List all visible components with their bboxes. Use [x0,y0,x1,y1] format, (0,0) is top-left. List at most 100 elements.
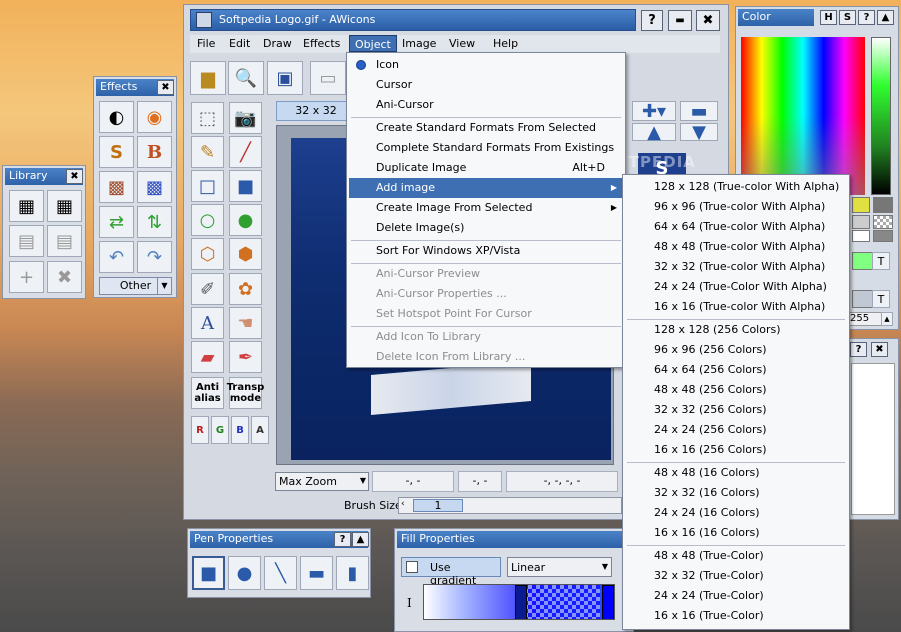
close-button[interactable]: ✖ [696,10,720,31]
color-replace-icon[interactable]: ✿ [229,273,262,305]
gradient-stop-end[interactable] [602,585,614,619]
transparent-mode-toggle[interactable]: Transp mode [227,377,264,409]
menu-image[interactable]: Image [402,35,436,52]
channel-g-toggle[interactable]: G [211,416,229,444]
zoom-icon[interactable]: 🔍 [228,61,264,95]
color-swatch-silver[interactable] [852,215,870,229]
menu-item-ani-cursor[interactable]: Ani-Cursor [349,95,623,115]
use-gradient-toggle[interactable]: Use gradient [401,557,501,587]
gradient-preview[interactable] [423,584,615,620]
color-mode-h-icon[interactable]: H [820,10,837,25]
menu-item-delete-icon-from-library[interactable]: Delete Icon From Library ... [349,347,623,367]
pen-pin-icon[interactable]: ▲ [352,532,369,547]
menu-item-create-standard-formats[interactable]: Create Standard Formats From Selected [349,118,623,138]
library-delete-icon[interactable]: ✖ [47,261,82,293]
pen-square-icon[interactable]: ■ [192,556,225,590]
submenu-item[interactable]: 16 x 16 (True-color With Alpha) [625,297,847,317]
submenu-item[interactable]: 24 x 24 (16 Colors) [625,503,847,523]
gradient-stop-mid[interactable] [515,585,527,619]
docked-close-icon[interactable]: ✖ [871,342,888,357]
current-color-swatch[interactable] [852,252,874,270]
menu-item-complete-standard-formats[interactable]: Complete Standard Formats From Existings [349,138,623,158]
remove-layer-icon[interactable]: ▬ [680,101,718,122]
secondary-color-swatch[interactable] [852,290,874,308]
color-swatch-white[interactable] [852,230,870,242]
menu-item-cursor[interactable]: Cursor [349,75,623,95]
use-gradient-checkbox[interactable] [406,561,418,573]
move-down-icon[interactable]: ▼ [680,122,718,143]
help-button[interactable]: ? [641,10,663,31]
antialias-toggle[interactable]: Anti alias [191,377,224,409]
menu-item-create-image-from-selected[interactable]: Create Image From Selected ▶ [349,198,623,218]
pen-vertical-icon[interactable]: ▮ [336,556,369,590]
color-swatch-checker[interactable] [873,215,893,229]
polygon-icon[interactable]: ⬡ [191,238,224,270]
transparent-t-button-1[interactable]: T [872,252,890,270]
library-item-1[interactable]: ▦ [9,190,44,222]
menu-item-add-icon-to-library[interactable]: Add Icon To Library [349,327,623,347]
pencil-icon[interactable]: ✎ [191,136,224,168]
menu-item-icon[interactable]: Icon [349,55,623,75]
submenu-item[interactable]: 32 x 32 (16 Colors) [625,483,847,503]
hand-icon[interactable]: ☚ [229,307,262,339]
submenu-item[interactable]: 16 x 16 (True-Color) [625,606,847,626]
alpha-spin-icon[interactable]: ▲ [881,312,893,326]
filled-ellipse-icon[interactable]: ● [229,204,262,236]
menu-effects[interactable]: Effects [303,35,340,52]
effect-texture-icon[interactable]: ▩ [99,171,134,203]
submenu-item[interactable]: 48 x 48 (16 Colors) [625,463,847,483]
pen-help-icon[interactable]: ? [334,532,351,547]
library-add-icon[interactable]: + [9,261,44,293]
menu-file[interactable]: File [197,35,215,52]
move-up-icon[interactable]: ▲ [632,122,676,143]
brush-icon[interactable]: ✐ [191,273,224,305]
color-swatch-yellow[interactable] [852,197,870,213]
menu-view[interactable]: View [449,35,475,52]
submenu-item[interactable]: 48 x 48 (256 Colors) [625,380,847,400]
menu-object[interactable]: Object [349,35,397,52]
menu-help[interactable]: Help [493,35,518,52]
library-item-2[interactable]: ▦ [47,190,82,222]
color-help-icon[interactable]: ? [858,10,875,25]
chevron-left-icon[interactable]: ‹ [401,499,405,509]
menu-item-ani-cursor-properties[interactable]: Ani-Cursor Properties ... [349,284,623,304]
effect-flip-horizontal-icon[interactable]: ⇄ [99,206,134,238]
pen-diagonal-icon[interactable]: ╲ [264,556,297,590]
pen-circle-icon[interactable]: ● [228,556,261,590]
menu-item-sort-for-windows[interactable]: Sort For Windows XP/Vista [349,241,623,261]
library-close-icon[interactable]: ✖ [66,169,83,184]
effects-close-icon[interactable]: ✖ [157,80,174,95]
text-icon[interactable]: A [191,307,224,339]
submenu-item[interactable]: 16 x 16 (256 Colors) [625,440,847,460]
submenu-item[interactable]: 64 x 64 (True-color With Alpha) [625,217,847,237]
submenu-item[interactable]: 128 x 128 (True-color With Alpha) [625,177,847,197]
preview-icon[interactable]: ▭ [310,61,346,95]
filled-polygon-icon[interactable]: ⬢ [229,238,262,270]
effect-rainbow-icon[interactable]: ◉ [137,101,172,133]
color-swatch-dark[interactable] [873,230,893,242]
image-size-tab[interactable]: 32 x 32 [276,101,356,121]
effect-flip-vertical-icon[interactable]: ⇅ [137,206,172,238]
menu-item-add-image[interactable]: Add image ▶ [349,178,623,198]
menu-edit[interactable]: Edit [229,35,250,52]
gradient-type-select[interactable]: Linear ▼ [507,557,612,577]
filled-rectangle-icon[interactable]: ■ [229,170,262,202]
menu-item-duplicate-image[interactable]: Duplicate Image Alt+D [349,158,623,178]
effect-rotate-left-icon[interactable]: ↶ [99,241,134,273]
color-pin-icon[interactable]: ▲ [877,10,894,25]
submenu-item[interactable]: 48 x 48 (True-color With Alpha) [625,237,847,257]
submenu-item[interactable]: 24 x 24 (True-Color With Alpha) [625,277,847,297]
submenu-item[interactable]: 16 x 16 (16 Colors) [625,523,847,543]
menu-item-set-hotspot[interactable]: Set Hotspot Point For Cursor [349,304,623,324]
color-spectrum[interactable] [741,37,865,195]
channel-b-toggle[interactable]: B [231,416,249,444]
menu-draw[interactable]: Draw [263,35,292,52]
menu-item-ani-cursor-preview[interactable]: Ani-Cursor Preview [349,264,623,284]
color-swatch-gray[interactable] [873,197,893,213]
title-bar[interactable]: Softpedia Logo.gif - AWicons [190,9,636,31]
effect-bold-icon[interactable]: B [137,136,172,168]
save-icon[interactable]: ▣ [267,61,303,95]
effect-rotate-right-icon[interactable]: ↷ [137,241,172,273]
submenu-item[interactable]: 32 x 32 (256 Colors) [625,400,847,420]
effect-emboss-icon[interactable]: ◐ [99,101,134,133]
